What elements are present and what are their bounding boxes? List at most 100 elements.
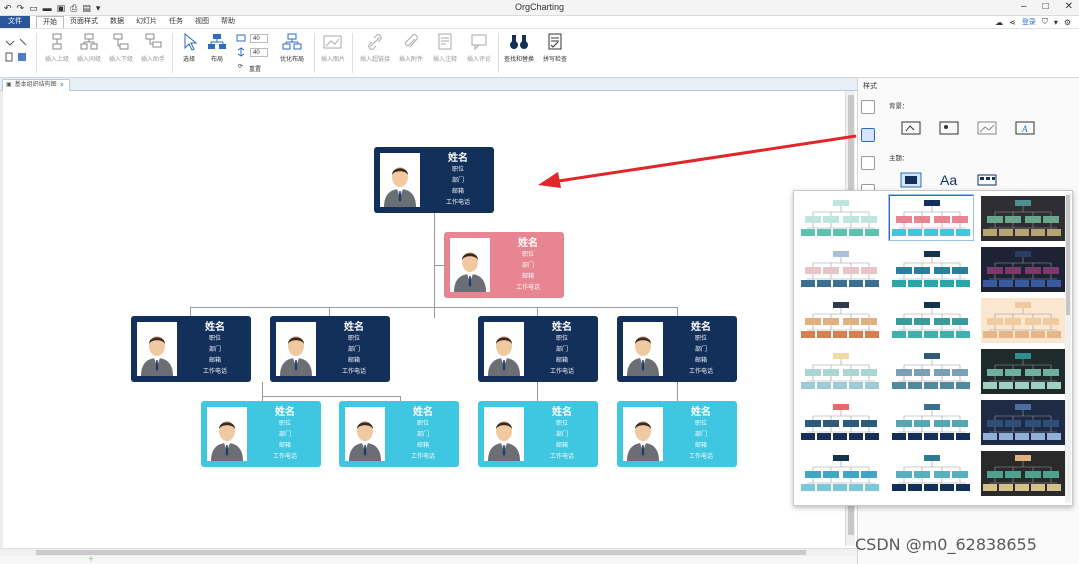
- properties-icon[interactable]: [861, 100, 875, 114]
- document-tab[interactable]: ▣ 基本组织结构图 ×: [2, 79, 70, 91]
- grid-icon[interactable]: [861, 156, 875, 170]
- node-info: 姓名 职位 部门 邮箱 工作电话: [669, 321, 733, 378]
- background-color-icon[interactable]: [900, 120, 924, 136]
- theme-thumbnail[interactable]: [889, 246, 974, 292]
- person-avatar: [484, 322, 524, 376]
- node-department: 部门: [208, 347, 221, 353]
- watermark-text: CSDN @m0_62838655: [855, 535, 1037, 554]
- layout-button[interactable]: 布局: [200, 33, 234, 63]
- tab-close-icon[interactable]: ×: [60, 80, 64, 91]
- org-node-assistant[interactable]: 姓名 职位 部门 邮箱 工作电话: [444, 232, 564, 298]
- reset-label[interactable]: 重置: [249, 64, 261, 73]
- share-icon[interactable]: ⋖: [1009, 18, 1016, 27]
- insert-attachment-button[interactable]: 插入附件: [394, 33, 428, 63]
- theme-picker-icon[interactable]: [900, 172, 924, 188]
- optimize-layout-button[interactable]: 优化布局: [275, 33, 309, 63]
- menu-home[interactable]: 开始: [36, 15, 64, 29]
- theme-thumbnail[interactable]: [889, 348, 974, 394]
- horizontal-scrollbar[interactable]: [0, 548, 857, 556]
- menu-slides[interactable]: 幻灯片: [130, 16, 163, 28]
- menu-data[interactable]: 数据: [104, 16, 130, 28]
- scrollbar-thumb[interactable]: [36, 550, 806, 555]
- org-node-staff[interactable]: 姓名 职位 部门 邮箱 工作电话: [201, 401, 321, 467]
- width-spinner[interactable]: 40: [250, 34, 268, 43]
- org-node-manager[interactable]: 姓名 职位 部门 邮箱 工作电话: [478, 316, 598, 382]
- org-node-manager[interactable]: 姓名 职位 部门 邮箱 工作电话: [131, 316, 251, 382]
- color-scheme-icon[interactable]: [976, 172, 1000, 188]
- theme-thumbnail[interactable]: [980, 297, 1065, 343]
- menu-tasks[interactable]: 任务: [163, 16, 189, 28]
- org-node-staff[interactable]: 姓名 职位 部门 邮箱 工作电话: [617, 401, 737, 467]
- background-image-icon[interactable]: [938, 120, 962, 136]
- minimize-icon[interactable]: –: [1021, 1, 1027, 12]
- insert-hyperlink-button[interactable]: 插入超链接: [358, 33, 392, 63]
- theme-thumbnail[interactable]: [889, 450, 974, 496]
- dropdown-icon[interactable]: ▾: [1054, 18, 1058, 27]
- scrollbar-thumb[interactable]: [1066, 195, 1070, 315]
- paperclip-icon: [404, 34, 418, 48]
- border-text-icon[interactable]: A: [1014, 120, 1038, 136]
- org-node-manager[interactable]: 姓名 职位 部门 邮箱 工作电话: [270, 316, 390, 382]
- spell-check-button[interactable]: 拼写检查: [538, 33, 572, 63]
- theme-thumbnail[interactable]: [798, 246, 883, 292]
- node-email: 邮箱: [555, 358, 568, 364]
- menu-page-style[interactable]: 页面样式: [64, 16, 104, 28]
- maximize-icon[interactable]: □: [1043, 1, 1049, 12]
- theme-preview-icon: [799, 298, 883, 343]
- theme-preview-icon: [981, 349, 1065, 394]
- theme-thumbnail[interactable]: [980, 450, 1065, 496]
- theme-thumbnail[interactable]: [980, 399, 1065, 445]
- theme-thumbnail[interactable]: [980, 246, 1065, 292]
- layout-label: 布局: [210, 57, 223, 63]
- insert-note-button[interactable]: 插入注释: [428, 33, 462, 63]
- theme-thumbnail[interactable]: [798, 399, 883, 445]
- insert-sibling-button[interactable]: 插入同级: [72, 33, 106, 63]
- menu-view[interactable]: 视图: [189, 16, 215, 28]
- theme-thumbnail[interactable]: [980, 195, 1065, 241]
- node-phone: 工作电话: [688, 454, 713, 460]
- insert-assistant-button[interactable]: 插入助手: [136, 33, 170, 63]
- org-node-staff[interactable]: 姓名 职位 部门 邮箱 工作电话: [478, 401, 598, 467]
- reset-icon[interactable]: ⟳: [238, 63, 243, 70]
- connector-drop: [262, 382, 263, 396]
- theme-thumbnail[interactable]: [798, 450, 883, 496]
- theme-thumbnail[interactable]: [889, 297, 974, 343]
- close-window-icon[interactable]: ✕: [1065, 1, 1073, 12]
- theme-thumbnail[interactable]: [798, 348, 883, 394]
- theme-thumbnail[interactable]: [888, 194, 974, 241]
- clipboard-group-icon[interactable]: [4, 37, 32, 65]
- theme-thumbnail[interactable]: [889, 399, 974, 445]
- gallery-scrollbar[interactable]: [1065, 193, 1071, 503]
- title-bar: ↶ ↷ ▭ ▬ ▣ ⎙ ▤ ▾ OrgCharting – □ ✕: [0, 0, 1079, 16]
- font-theme-icon[interactable]: Aa: [940, 172, 957, 188]
- shield-icon[interactable]: ⛉: [1042, 17, 1048, 27]
- cloud-icon[interactable]: ☁: [995, 18, 1003, 27]
- find-replace-button[interactable]: 查找和替换: [502, 33, 536, 63]
- insert-image-button[interactable]: 插入图片: [316, 33, 350, 63]
- theme-preview-icon: [890, 247, 974, 292]
- height-icon: [237, 47, 245, 57]
- node-name: 姓名: [205, 322, 225, 333]
- add-page-icon[interactable]: ＋: [88, 557, 94, 563]
- theme-thumbnail[interactable]: [980, 348, 1065, 394]
- select-label: 选择: [182, 57, 195, 63]
- insert-comment-button[interactable]: 插入评论: [462, 33, 496, 63]
- org-node-staff[interactable]: 姓名 职位 部门 邮箱 工作电话: [339, 401, 459, 467]
- insert-subordinate-button[interactable]: 插入下级: [104, 33, 138, 63]
- org-node-manager[interactable]: 姓名 职位 部门 邮箱 工作电话: [617, 316, 737, 382]
- style-fill-icon[interactable]: [861, 128, 875, 142]
- login-link[interactable]: 登录: [1022, 17, 1036, 27]
- node-info: 姓名 职位 部门 邮箱 工作电话: [530, 406, 594, 463]
- watermark-icon[interactable]: [976, 120, 1000, 136]
- node-name: 姓名: [413, 407, 433, 418]
- org-node-ceo[interactable]: 姓名 职位 部门 邮箱 工作电话: [374, 147, 494, 213]
- menu-help[interactable]: 帮助: [215, 16, 241, 28]
- height-spinner[interactable]: 40: [250, 48, 268, 57]
- settings-icon[interactable]: ⚙: [1064, 18, 1071, 27]
- menu-file[interactable]: 文件: [0, 16, 30, 28]
- theme-thumbnail[interactable]: [798, 195, 883, 241]
- insert-superior-button[interactable]: 插入上级: [40, 33, 74, 63]
- connector-level3-bar: [262, 396, 400, 397]
- insert-subordinate-icon: [113, 33, 129, 50]
- theme-thumbnail[interactable]: [798, 297, 883, 343]
